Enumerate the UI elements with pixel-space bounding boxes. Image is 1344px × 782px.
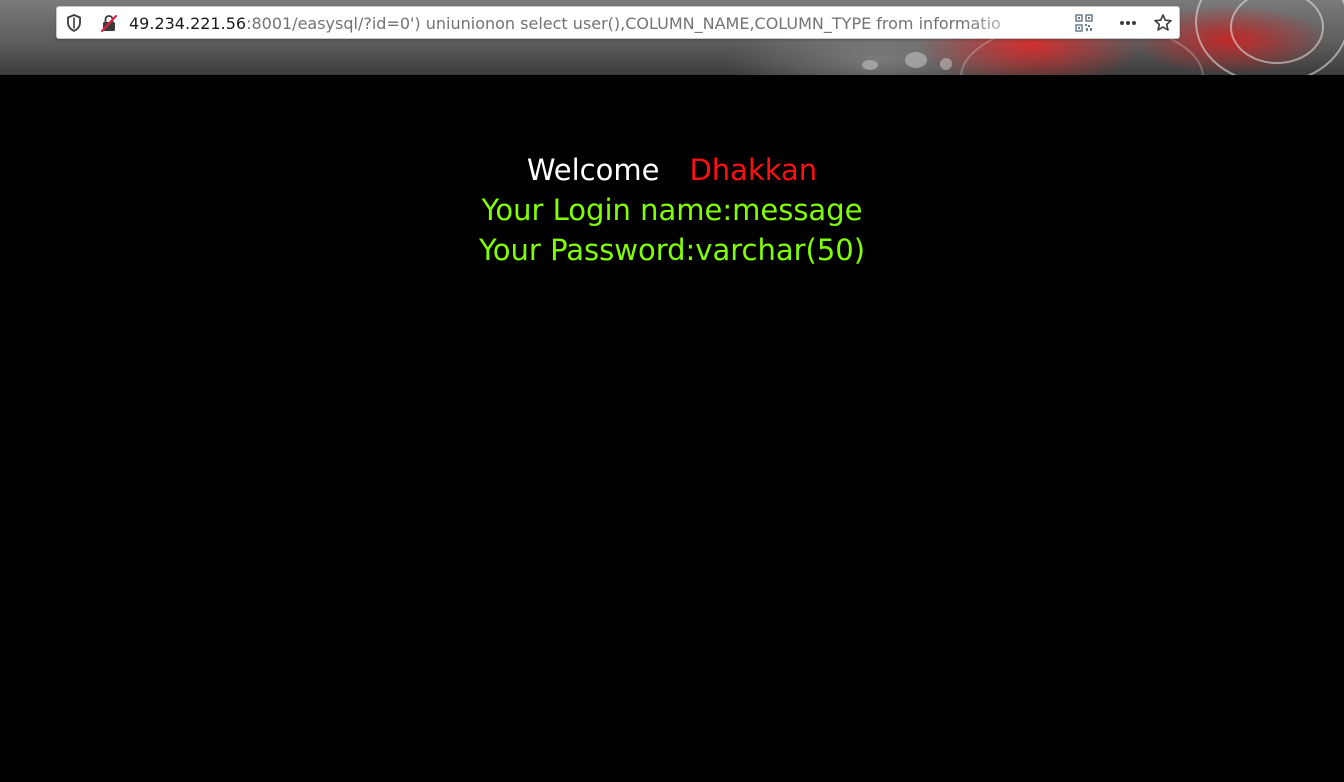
login-name-line: Your Login name:message xyxy=(481,193,863,227)
insecure-connection-icon[interactable] xyxy=(99,13,119,33)
address-bar[interactable]: 49.234.221.56:8001/easysql/?id=0') uniun… xyxy=(56,6,1180,39)
qr-code-icon[interactable] xyxy=(1074,13,1094,33)
page-content: Welcome Dhakkan Your Login name:message Y… xyxy=(0,150,1344,270)
url-path: :8001/easysql/?id=0') uniunionon select … xyxy=(246,14,1001,33)
background-decoration xyxy=(905,52,927,68)
background-decoration xyxy=(940,58,952,70)
url-text[interactable]: 49.234.221.56:8001/easysql/?id=0') uniun… xyxy=(129,14,1039,34)
background-decoration xyxy=(862,60,878,70)
shield-icon[interactable] xyxy=(64,13,84,33)
browser-toolbar: 49.234.221.56:8001/easysql/?id=0') uniun… xyxy=(0,0,1344,75)
welcome-name: Dhakkan xyxy=(689,153,818,187)
password-line: Your Password:varchar(50) xyxy=(478,233,866,267)
welcome-line: Welcome Dhakkan xyxy=(0,150,1344,190)
bookmark-star-icon[interactable] xyxy=(1153,13,1173,33)
welcome-label: Welcome xyxy=(526,153,660,187)
more-options-icon[interactable] xyxy=(1118,13,1138,33)
url-host: 49.234.221.56 xyxy=(129,14,247,33)
